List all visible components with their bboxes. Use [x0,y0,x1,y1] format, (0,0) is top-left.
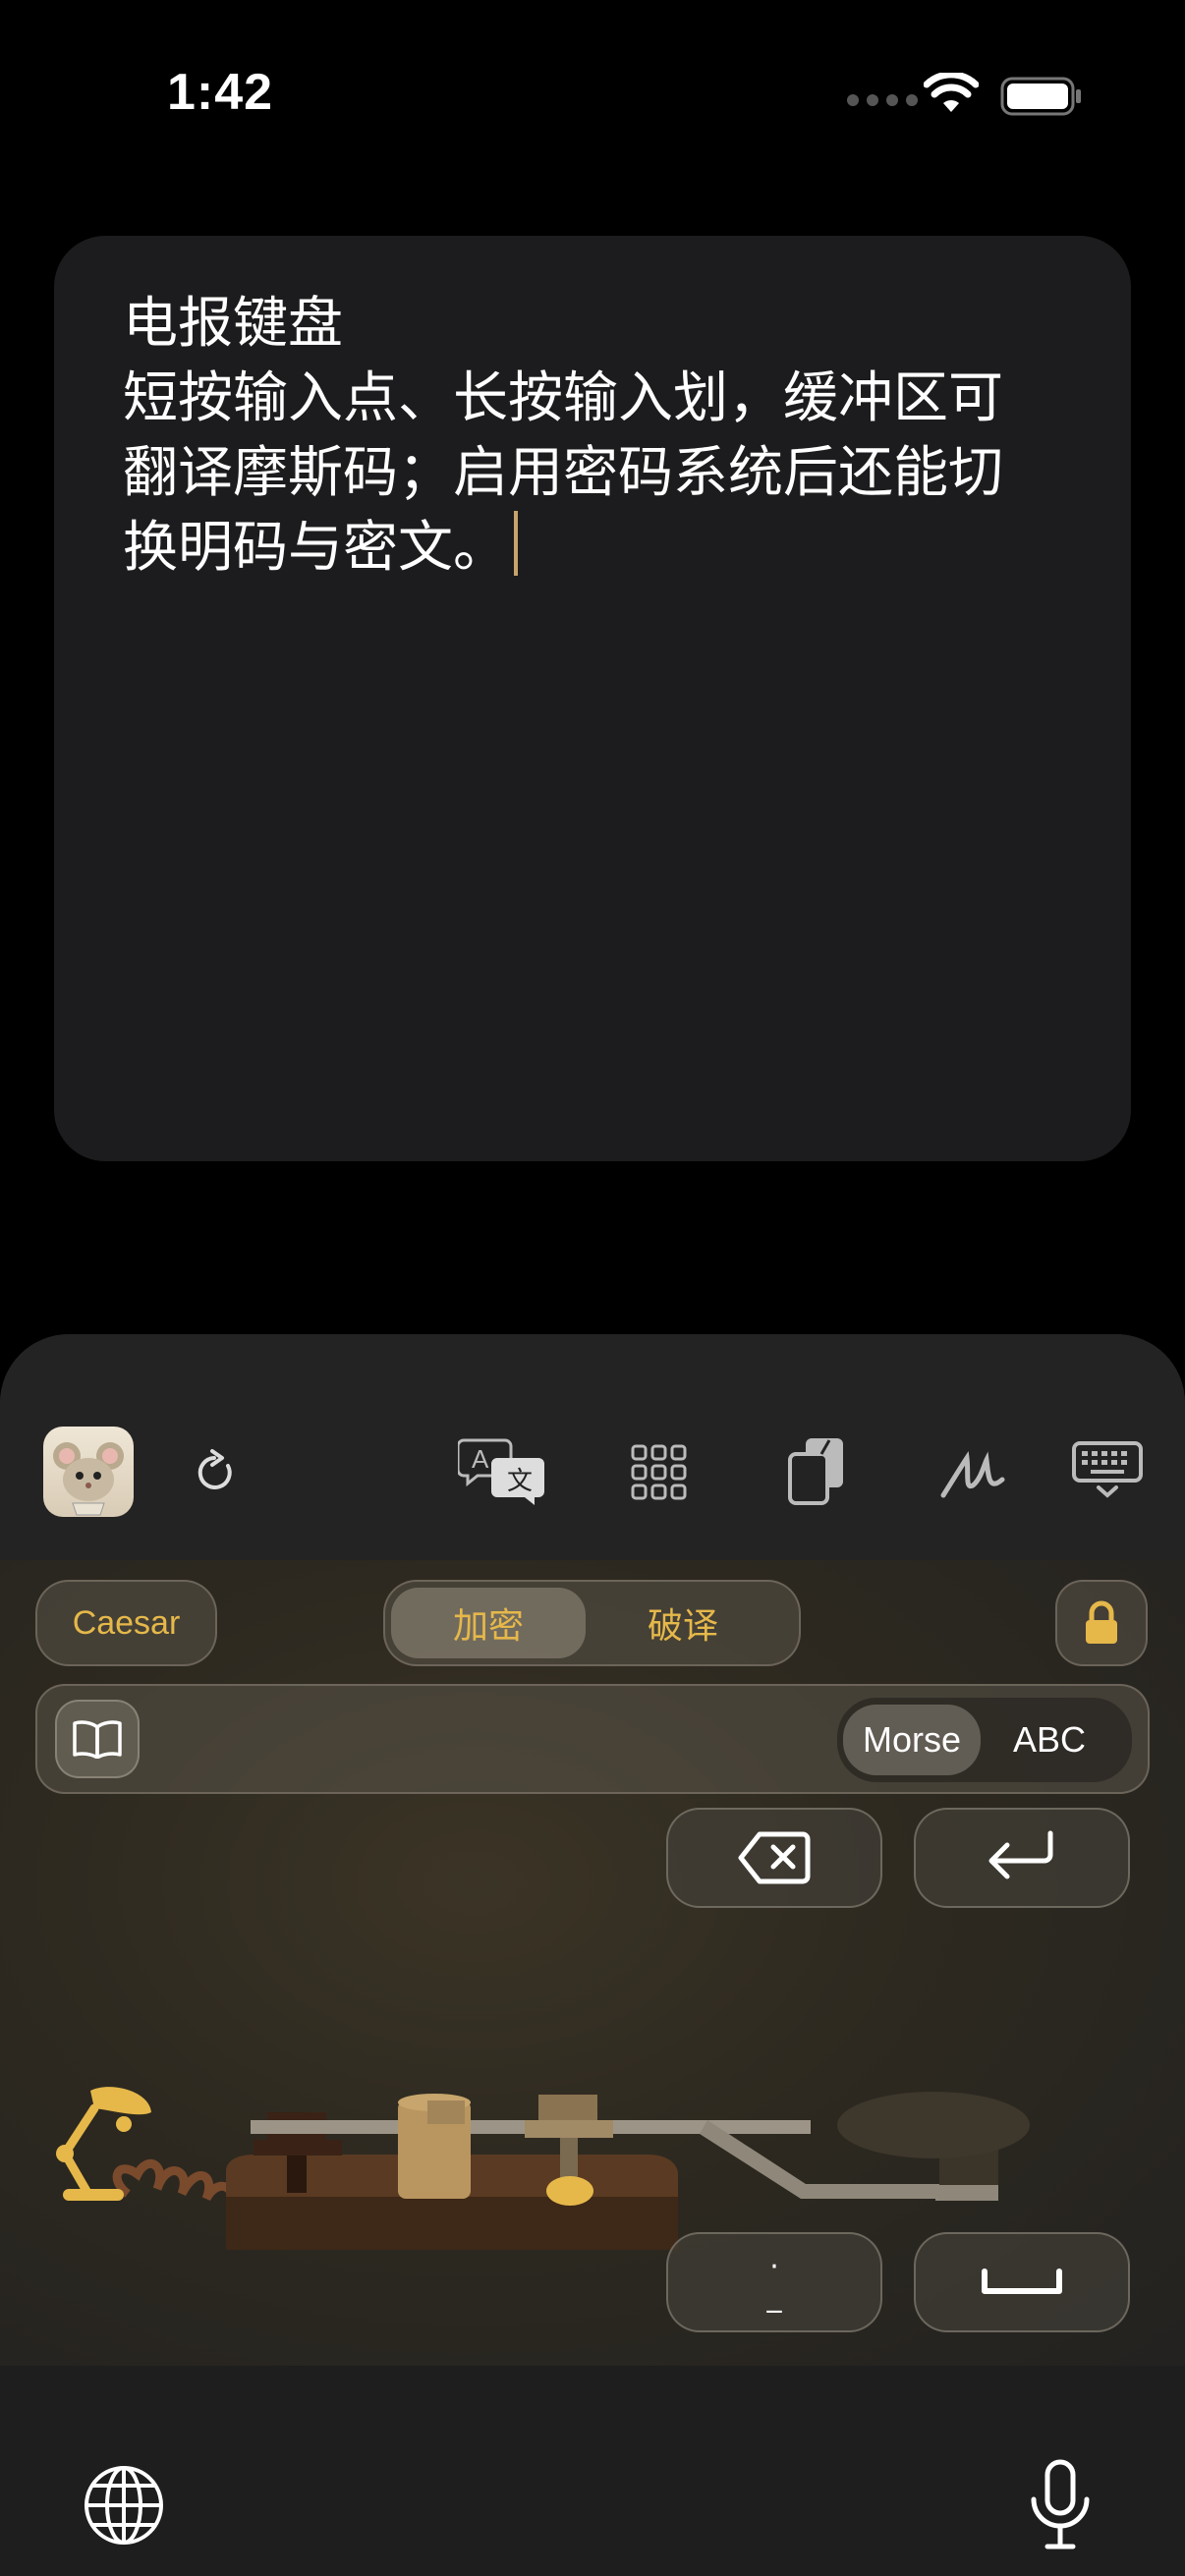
note-text-area[interactable]: 电报键盘 短按输入点、长按输入划，缓冲区可 翻译摩斯码；启用密码系统后还能切 换… [123,287,1066,586]
globe-icon[interactable] [83,2464,165,2547]
abc-mode[interactable]: ABC [981,1705,1118,1775]
keyboard-dismiss-icon[interactable] [1071,1440,1144,1499]
text-caret [514,511,518,576]
refresh-icon[interactable] [193,1448,240,1497]
morse-mode[interactable]: Morse [843,1705,981,1775]
cellular-signal-icon [847,94,918,106]
system-bottom-bar [0,2366,1185,2576]
dictionary-button[interactable] [55,1700,140,1778]
buffer-bar[interactable]: Morse ABC [35,1684,1150,1794]
space-icon [982,2268,1062,2294]
battery-icon [1000,77,1081,116]
status-time: 1:42 [167,64,274,121]
dot-symbol: · [769,2250,779,2284]
keyboard-toolbar: A 文 [0,1334,1185,1560]
return-key[interactable] [914,1808,1130,1908]
grid-icon[interactable] [631,1444,688,1501]
clipboard-icon[interactable] [786,1436,847,1507]
svg-text:文: 文 [507,1467,533,1496]
note-line: 翻译摩斯码；启用密码系统后还能切 [123,441,1003,505]
app-icon[interactable] [43,1427,134,1517]
translate-icon[interactable]: A 文 [458,1436,548,1505]
note-line: 短按输入点、长按输入划，缓冲区可 [123,366,1003,430]
dot-dash-key[interactable]: · _ [666,2232,882,2332]
lock-button[interactable] [1055,1580,1148,1666]
delete-icon [738,1831,811,1884]
decrypt-segment[interactable]: 破译 [586,1588,780,1658]
telegraph-keyboard: A 文 Caesar 加密 破译 Morse ABC · _ [0,1334,1185,2576]
note-line: 换明码与密文。 [123,516,508,580]
encrypt-segment[interactable]: 加密 [391,1588,586,1658]
desk-lamp-icon [56,2087,151,2201]
svg-text:A: A [472,1444,489,1474]
microphone-icon[interactable] [1026,2458,1095,2552]
encrypt-decrypt-segment[interactable]: 加密 破译 [383,1580,801,1666]
space-key[interactable] [914,2232,1130,2332]
book-icon [73,1720,122,1759]
wifi-icon [924,73,979,112]
delete-key[interactable] [666,1808,882,1908]
handwriting-icon[interactable] [939,1450,1008,1499]
return-icon [988,1830,1053,1879]
cipher-select-button[interactable]: Caesar [35,1580,217,1666]
status-bar: 1:42 [0,0,1185,196]
mouse-mascot-icon [53,1442,124,1516]
buffer-mode-segment[interactable]: Morse ABC [837,1698,1132,1782]
note-line: 电报键盘 [123,292,343,356]
lock-icon [1086,1600,1117,1644]
dash-symbol: _ [766,2279,782,2314]
